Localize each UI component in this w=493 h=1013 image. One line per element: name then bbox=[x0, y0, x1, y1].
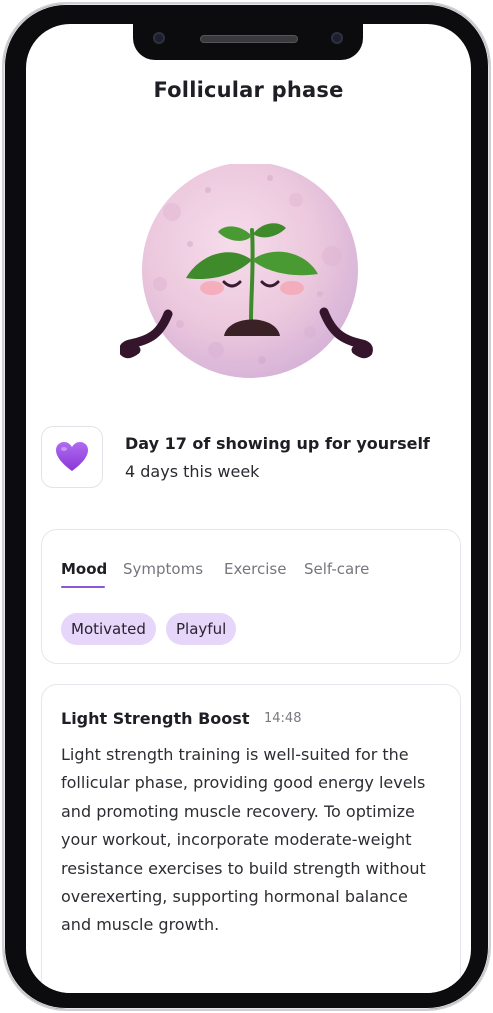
mood-chip-motivated[interactable]: Motivated bbox=[61, 613, 156, 645]
sensor-icon bbox=[331, 32, 343, 44]
advice-card[interactable]: Light Strength Boost 14:48 Light strengt… bbox=[41, 684, 461, 993]
tab-symptoms[interactable]: Symptoms bbox=[123, 560, 203, 578]
active-tab-indicator bbox=[61, 586, 105, 588]
tab-mood[interactable]: Mood bbox=[61, 560, 107, 578]
phone-notch bbox=[133, 24, 363, 60]
page-title: Follicular phase bbox=[153, 78, 344, 102]
advice-body: Light strength training is well-suited f… bbox=[61, 745, 426, 935]
camera-icon bbox=[153, 32, 165, 44]
moon-sprout-mascot-icon bbox=[119, 162, 380, 384]
advice-title: Light Strength Boost bbox=[61, 709, 250, 728]
phone-frame: Follicular phase Day 17 of showing up fo… bbox=[2, 2, 491, 1011]
purple-heart-icon bbox=[56, 442, 88, 471]
streak-title: Day 17 of showing up for yourself bbox=[125, 434, 430, 453]
streak-row: Day 17 of showing up for yourself 4 days… bbox=[41, 426, 461, 492]
streak-subtitle: 4 days this week bbox=[125, 462, 260, 481]
tracker-card: Mood Symptoms Exercise Self-care Motivat… bbox=[41, 529, 461, 664]
speaker-grille bbox=[200, 35, 298, 43]
mood-chip-playful[interactable]: Playful bbox=[166, 613, 237, 645]
heart-badge bbox=[41, 426, 103, 488]
tab-self-care[interactable]: Self-care bbox=[304, 560, 369, 578]
app-screen: Follicular phase Day 17 of showing up fo… bbox=[26, 24, 471, 993]
advice-timestamp: 14:48 bbox=[264, 711, 302, 726]
tab-exercise[interactable]: Exercise bbox=[224, 560, 286, 578]
